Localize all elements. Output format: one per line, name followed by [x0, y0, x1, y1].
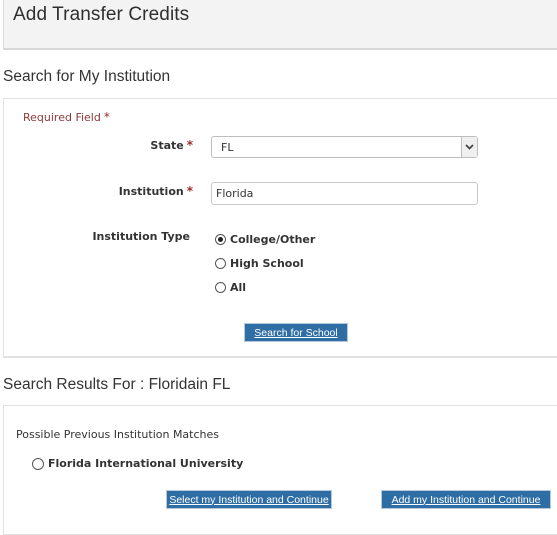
- radio-label: College/Other: [230, 233, 316, 246]
- required-field-note: Required Field *: [23, 110, 110, 124]
- search-for-school-button[interactable]: Search for School: [244, 323, 348, 342]
- search-panel: Required Field* State* FL Institution* I…: [3, 98, 557, 358]
- state-label: State *: [150, 138, 193, 152]
- radio-label: High School: [230, 257, 304, 270]
- radio-high-school[interactable]: High School: [215, 257, 304, 270]
- required-star-icon: *: [186, 184, 193, 198]
- institution-type-label: Institution Type: [92, 230, 190, 243]
- matches-label: Possible Previous Institution Matches: [16, 428, 220, 441]
- institution-label-text: Institution: [118, 185, 184, 198]
- radio-unchecked-icon[interactable]: [215, 258, 226, 269]
- required-star-icon: *: [103, 110, 110, 124]
- institution-label: Institution *: [119, 184, 193, 198]
- add-institution-button[interactable]: Add my Institution and Continue: [381, 490, 551, 509]
- institution-input[interactable]: [211, 182, 478, 205]
- chevron-down-icon[interactable]: [461, 137, 477, 157]
- search-section-title: Search for My Institution: [3, 68, 171, 85]
- results-section-title: Search Results For : Floridain FL: [3, 376, 231, 393]
- radio-all[interactable]: All: [215, 281, 246, 294]
- state-select[interactable]: FL: [211, 136, 478, 158]
- page-title: Add Transfer Credits: [13, 4, 190, 25]
- radio-checked-icon[interactable]: [215, 234, 226, 245]
- radio-unchecked-icon[interactable]: [215, 282, 226, 293]
- state-label-text: State: [150, 139, 184, 152]
- state-select-value: FL: [221, 141, 234, 154]
- required-note-text: Required Field: [23, 111, 101, 124]
- results-panel: Possible Previous Institution Matches Fl…: [3, 405, 557, 535]
- required-star-icon: *: [186, 138, 193, 152]
- match-name: Florida International University: [48, 457, 244, 470]
- radio-label: All: [230, 281, 247, 294]
- radio-unchecked-icon[interactable]: [32, 457, 44, 470]
- select-institution-button[interactable]: Select my Institution and Continue: [166, 490, 332, 509]
- page-header: Add Transfer Credits: [3, 0, 557, 50]
- radio-college-other[interactable]: College/Other: [215, 233, 315, 246]
- match-item[interactable]: Florida International University: [32, 457, 243, 470]
